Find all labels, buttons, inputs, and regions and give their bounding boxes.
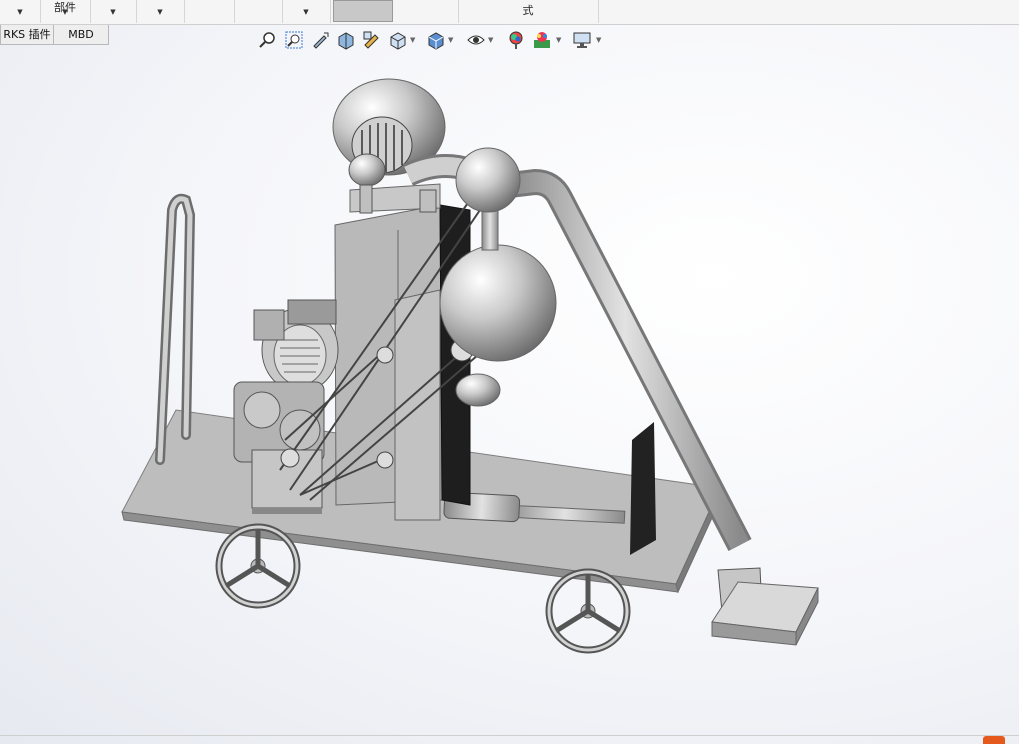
ribbon-button-3[interactable]: ▼ — [90, 0, 137, 23]
chevron-down-icon[interactable]: ▼ — [136, 7, 184, 18]
ribbon-button-assembly[interactable]: 部件 ▼ — [40, 0, 91, 23]
ribbon-button-7[interactable]: ▼ — [282, 0, 331, 23]
electric-motor — [253, 299, 339, 393]
main-housing — [334, 183, 471, 521]
chevron-down-icon[interactable]: ▼ — [40, 7, 90, 18]
ribbon-label: 式 — [522, 4, 534, 17]
chevron-down-icon[interactable]: ▼ — [90, 7, 136, 18]
discharge-base — [711, 567, 819, 646]
ribbon-button-6[interactable] — [234, 0, 283, 23]
command-ribbon: ▼ 部件 ▼ ▼ ▼ ▼ 式 — [0, 0, 1019, 25]
chevron-down-icon[interactable]: ▼ — [282, 7, 330, 18]
watermark-corner — [983, 736, 1005, 744]
ribbon-button-selected[interactable] — [333, 0, 393, 22]
rear-wheel — [545, 568, 631, 654]
ribbon-button-5[interactable] — [184, 0, 235, 23]
ribbon-button-display-style[interactable]: 式 — [458, 0, 599, 23]
ribbon-button-4[interactable]: ▼ — [136, 0, 185, 23]
ribbon-button-1[interactable]: ▼ — [0, 0, 41, 23]
front-wheel — [215, 523, 301, 609]
graphics-area[interactable]: RKS 插件 MBD ▼ ▼ ▼ ▼ ▼ — [0, 25, 1019, 744]
rear-shield — [630, 422, 656, 555]
status-divider — [0, 735, 1019, 736]
cad-model[interactable] — [0, 25, 1019, 744]
ribbon-button-9[interactable] — [396, 0, 459, 23]
chevron-down-icon[interactable]: ▼ — [0, 7, 40, 18]
